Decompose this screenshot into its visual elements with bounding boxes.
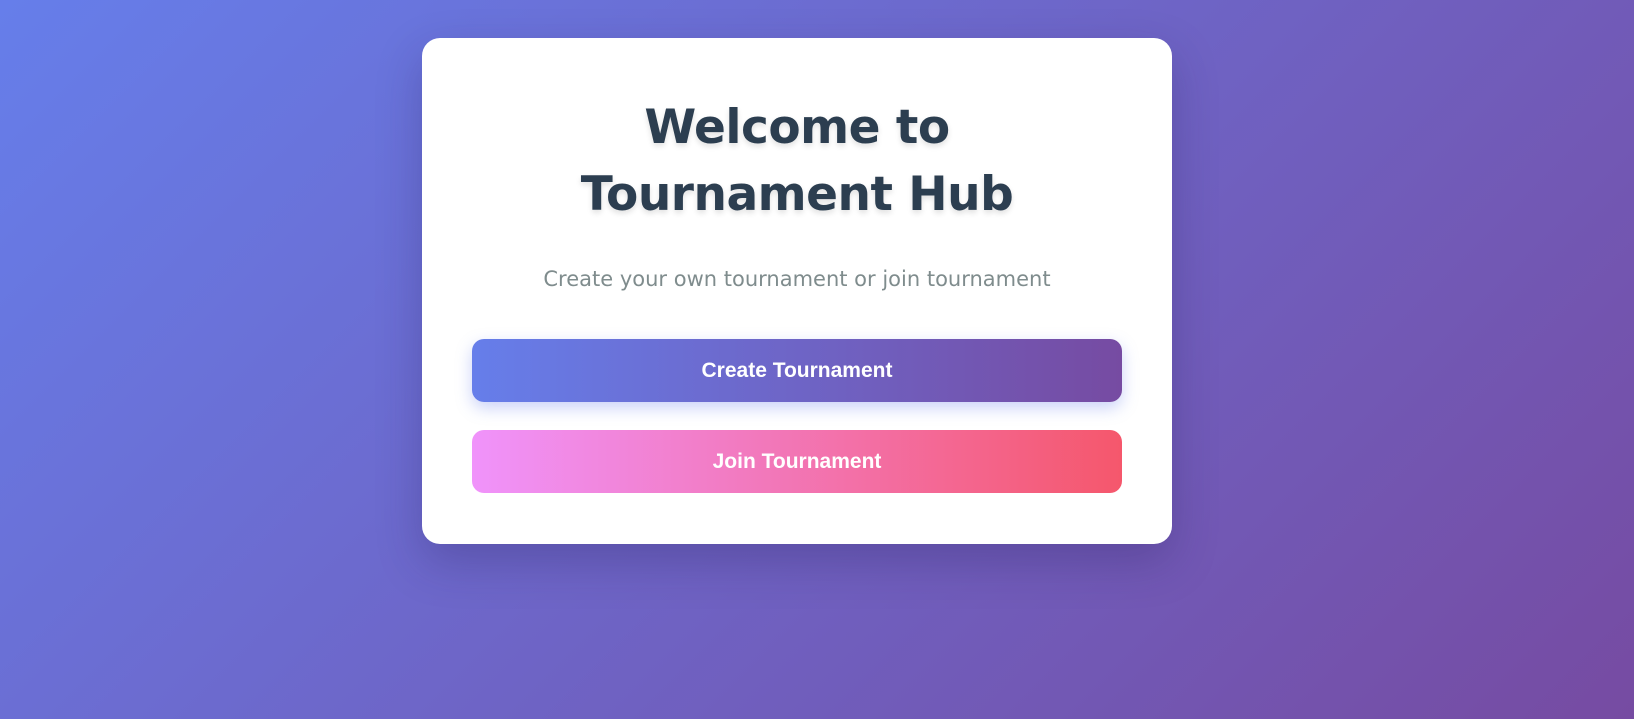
page-subtitle: Create your own tournament or join tourn… <box>543 267 1051 291</box>
welcome-card: Welcome to Tournament Hub Create your ow… <box>422 38 1172 544</box>
join-tournament-button[interactable]: Join Tournament <box>472 430 1122 493</box>
page-title: Welcome to Tournament Hub <box>580 100 1014 222</box>
create-tournament-button[interactable]: Create Tournament <box>472 339 1122 402</box>
